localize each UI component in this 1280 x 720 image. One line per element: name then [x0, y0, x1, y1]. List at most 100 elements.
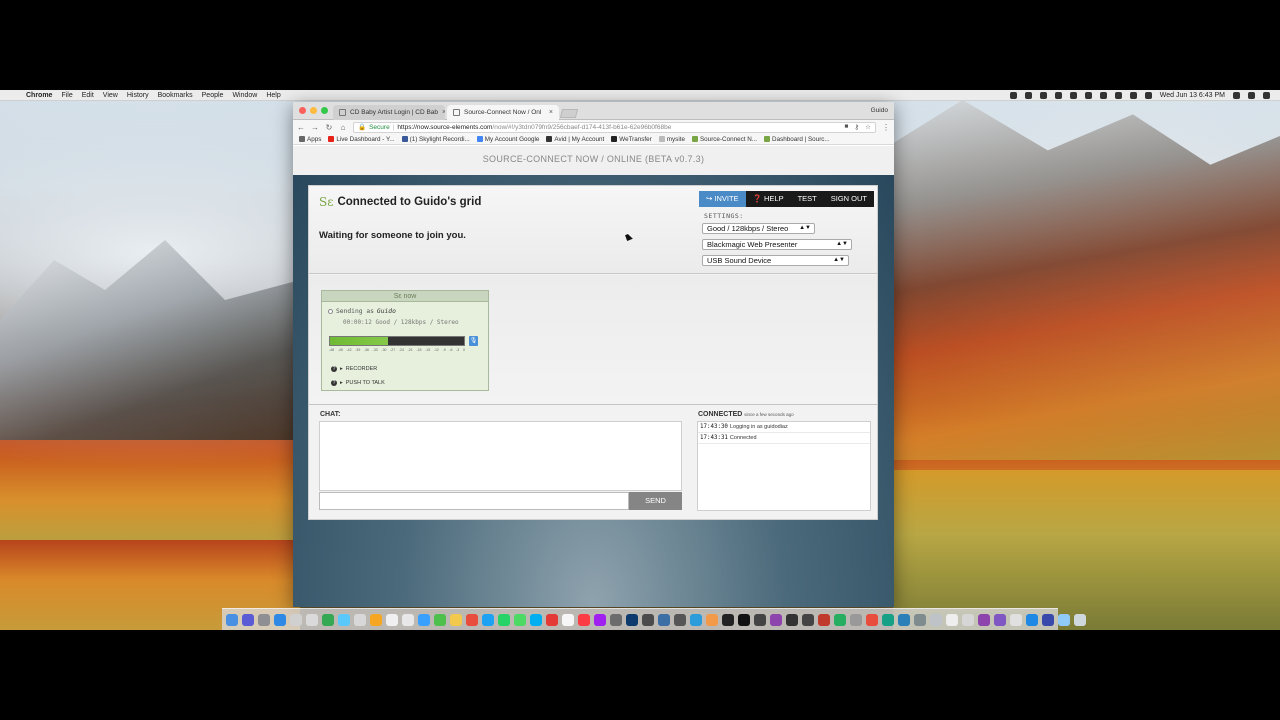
help-button[interactable]: ❓ HELP [746, 191, 791, 207]
close-tab-icon[interactable]: × [442, 109, 445, 116]
profile-name[interactable]: Guido [871, 107, 888, 114]
home-icon[interactable]: ⌂ [339, 123, 347, 132]
dock-app-icon[interactable] [1058, 613, 1070, 626]
dock-app-icon[interactable] [834, 613, 846, 626]
menu-help[interactable]: Help [266, 92, 280, 99]
bookmark-item[interactable]: My Account Google [476, 136, 539, 143]
dock-app-icon[interactable] [594, 613, 606, 626]
dock-app-icon[interactable] [946, 613, 958, 626]
menu-bookmarks[interactable]: Bookmarks [158, 92, 193, 99]
send-button[interactable]: SEND [629, 492, 682, 510]
bookmark-item[interactable]: Live Dashboard - Y... [328, 136, 395, 143]
dock-app-icon[interactable] [866, 613, 878, 626]
back-icon[interactable]: ← [297, 123, 305, 132]
info-icon[interactable]: ? [331, 366, 337, 372]
dock-app-icon[interactable] [466, 613, 478, 626]
video-source-select[interactable]: Blackmagic Web Presenter ▲▼ [702, 239, 852, 250]
dock-app-icon[interactable] [1010, 613, 1022, 626]
minimize-window-button[interactable] [310, 107, 317, 114]
status-app-icon[interactable] [1039, 91, 1047, 99]
menu-clock[interactable]: Wed Jun 13 6:43 PM [1160, 92, 1225, 99]
star-icon[interactable]: ☆ [865, 123, 871, 131]
dock-app-icon[interactable] [978, 613, 990, 626]
bookmark-item[interactable]: (1) Skylight Recordi... [401, 136, 470, 143]
dock-app-icon[interactable] [914, 613, 926, 626]
recorder-toggle[interactable]: ? ▸ RECORDER [331, 366, 377, 372]
stream-select-radio[interactable] [328, 309, 333, 314]
quality-select[interactable]: Good / 128kbps / Stereo ▲▼ [702, 223, 815, 234]
invite-button[interactable]: ↪ INVITE [699, 191, 746, 207]
dock-app-icon[interactable] [434, 613, 446, 626]
dock-app-icon[interactable] [898, 613, 910, 626]
chat-history[interactable] [319, 421, 682, 491]
dock-app-icon[interactable] [322, 613, 334, 626]
bookmark-item[interactable]: WeTransfer [611, 136, 652, 143]
dock-app-icon[interactable] [962, 613, 974, 626]
dock-app-icon[interactable] [1026, 613, 1038, 626]
dock-app-icon[interactable] [1042, 613, 1054, 626]
info-icon[interactable]: ? [331, 380, 337, 386]
dock-app-icon[interactable] [738, 613, 750, 626]
dock-app-icon[interactable] [850, 613, 862, 626]
bookmark-item[interactable]: mysite [658, 136, 685, 143]
new-tab-button[interactable] [559, 109, 579, 118]
dock-app-icon[interactable] [370, 613, 382, 626]
dock-app-icon[interactable] [514, 613, 526, 626]
dock-app-icon[interactable] [418, 613, 430, 626]
microphone-icon[interactable]: 🎙 [469, 336, 478, 346]
dock-app-icon[interactable] [450, 613, 462, 626]
sign-out-button[interactable]: SIGN OUT [824, 191, 874, 207]
camera-icon[interactable]: ■ [844, 123, 848, 131]
url-text[interactable]: https://now.source-elements.com/now/#!/y… [397, 124, 671, 131]
dock-app-icon[interactable] [530, 613, 542, 626]
dock-app-icon[interactable] [1074, 613, 1086, 626]
dock-app-icon[interactable] [498, 613, 510, 626]
battery-icon[interactable] [1129, 91, 1137, 99]
dock-app-icon[interactable] [354, 613, 366, 626]
key-icon[interactable]: ⚷ [854, 123, 859, 131]
status-app-icon[interactable] [1069, 91, 1077, 99]
spotlight-icon[interactable] [1233, 91, 1240, 99]
dock-app-icon[interactable] [722, 613, 734, 626]
wifi-icon[interactable] [1099, 91, 1107, 99]
dock-app-icon[interactable] [290, 613, 302, 626]
volume-icon[interactable] [1114, 91, 1122, 99]
screen-recorder-icon[interactable] [1009, 91, 1017, 99]
dock-app-icon[interactable] [482, 613, 494, 626]
menu-history[interactable]: History [127, 92, 149, 99]
dock-app-icon[interactable] [338, 613, 350, 626]
menu-edit[interactable]: Edit [82, 92, 94, 99]
status-app-icon[interactable] [1024, 91, 1032, 99]
dock-app-icon[interactable] [882, 613, 894, 626]
audio-device-select[interactable]: USB Sound Device ▲▼ [702, 255, 849, 266]
address-bar[interactable]: 🔒 Secure | https://now.source-elements.c… [353, 121, 876, 133]
close-tab-icon[interactable]: × [549, 109, 553, 116]
dock-app-icon[interactable] [306, 613, 318, 626]
dock-app-icon[interactable] [690, 613, 702, 626]
bookmark-item[interactable]: Source-Connect N... [691, 136, 757, 143]
dock-app-icon[interactable] [818, 613, 830, 626]
cloud-icon[interactable] [1054, 91, 1062, 99]
bookmark-item[interactable]: Apps [299, 136, 321, 143]
dock-app-icon[interactable] [258, 613, 270, 626]
dock-app-icon[interactable] [786, 613, 798, 626]
dock-app-icon[interactable] [930, 613, 942, 626]
dock-app-icon[interactable] [610, 613, 622, 626]
push-to-talk-toggle[interactable]: ? ▸ PUSH TO TALK [331, 380, 385, 386]
dock-app-icon[interactable] [994, 613, 1006, 626]
dock-app-icon[interactable] [562, 613, 574, 626]
dock-app-icon[interactable] [546, 613, 558, 626]
dock-app-icon[interactable] [578, 613, 590, 626]
dock-app-icon[interactable] [658, 613, 670, 626]
menu-people[interactable]: People [202, 92, 224, 99]
menu-view[interactable]: View [103, 92, 118, 99]
flag-icon[interactable] [1144, 91, 1152, 99]
dock-app-icon[interactable] [226, 613, 238, 626]
dock-app-icon[interactable] [274, 613, 286, 626]
dock-app-icon[interactable] [770, 613, 782, 626]
dock-app-icon[interactable] [754, 613, 766, 626]
reload-icon[interactable]: ↻ [325, 123, 333, 132]
menu-file[interactable]: File [61, 92, 72, 99]
bookmark-item[interactable]: Dashboard | Sourc... [764, 136, 830, 143]
tab-source-connect[interactable]: Source-Connect Now / Onl × [447, 105, 559, 120]
